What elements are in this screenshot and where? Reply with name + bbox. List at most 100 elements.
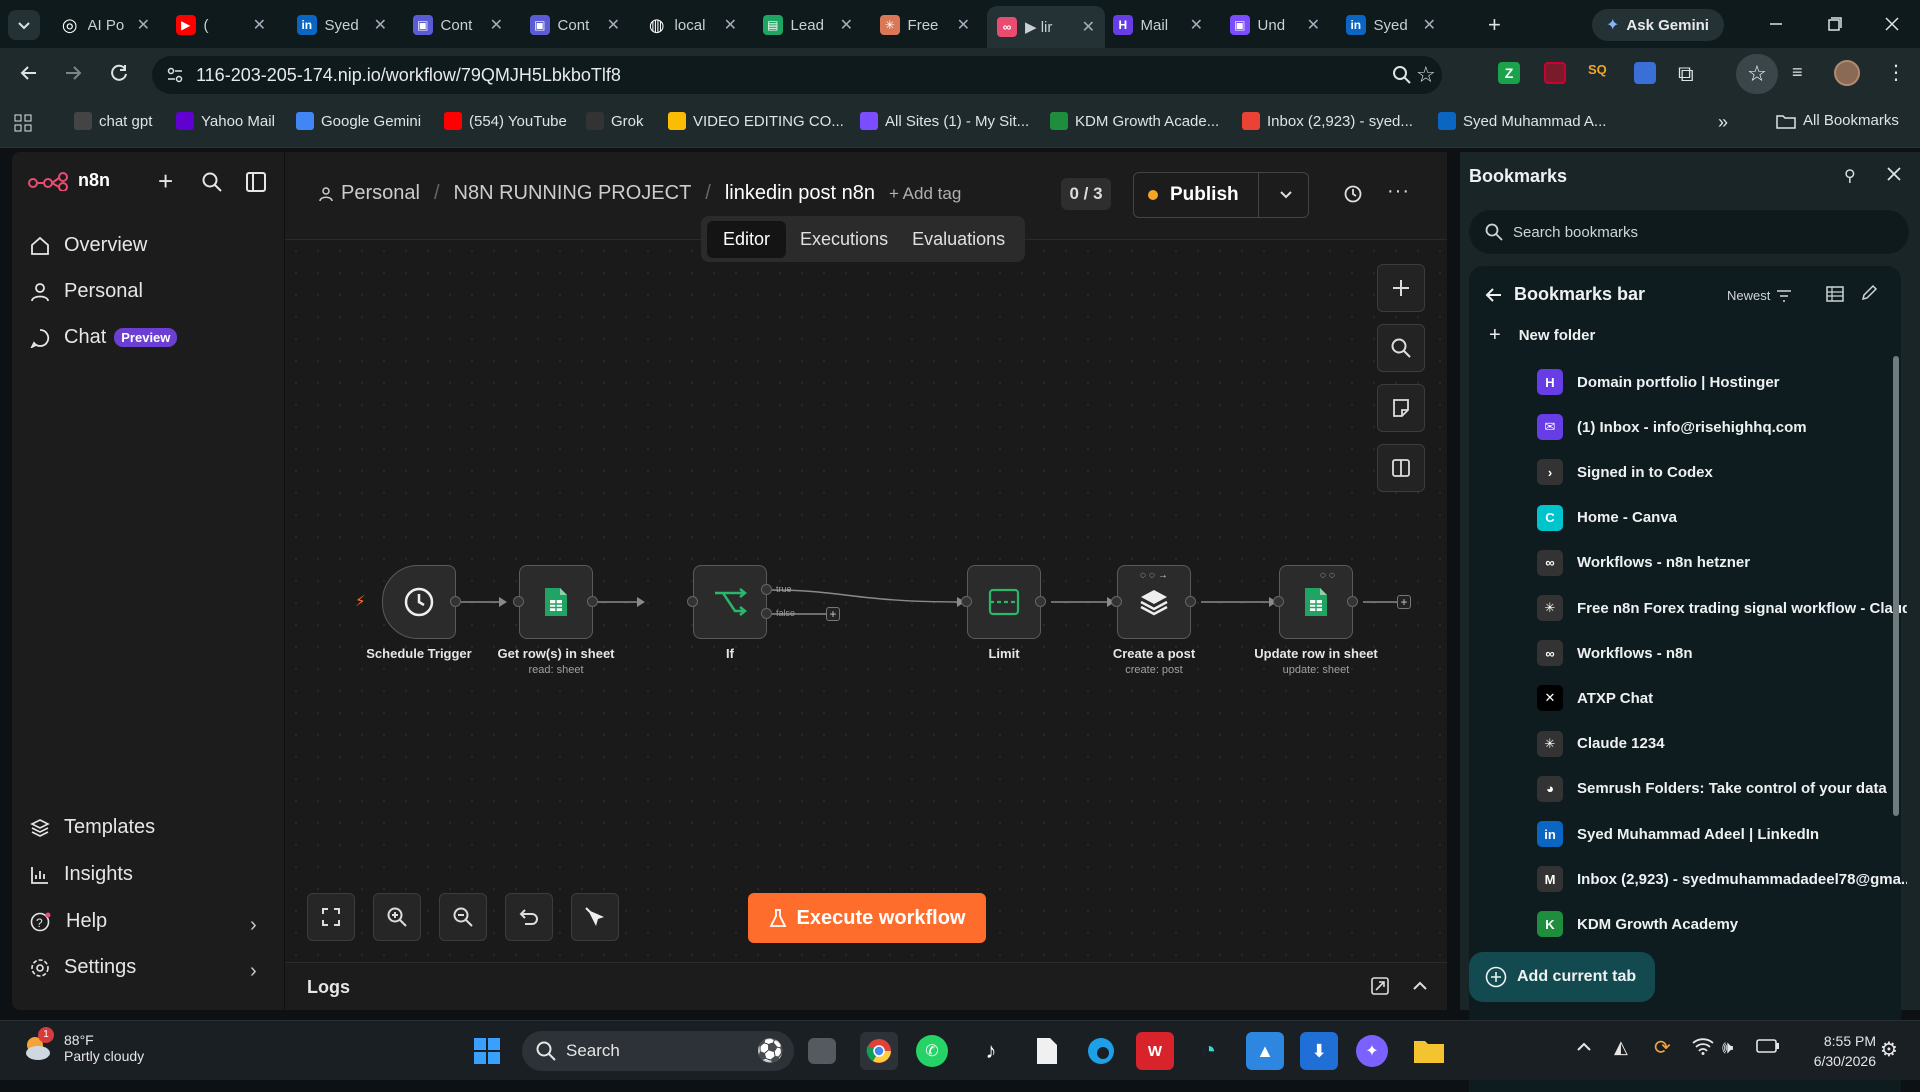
ask-gemini-button[interactable]: ✦ Ask Gemini xyxy=(1592,9,1724,41)
chrome-taskbar-icon[interactable] xyxy=(860,1032,898,1070)
close-tab-icon[interactable]: ✕ xyxy=(253,15,266,35)
restore-button[interactable] xyxy=(1822,12,1846,36)
vpn-icon[interactable]: ◔ xyxy=(1190,1032,1228,1070)
notifications-icon[interactable]: ⚙ xyxy=(1880,1037,1898,1062)
close-tab-icon[interactable]: ✕ xyxy=(724,15,737,35)
bookmarks-overflow-icon[interactable]: » xyxy=(1718,112,1728,133)
node-get-rows[interactable] xyxy=(519,565,593,639)
tidy-up-button[interactable] xyxy=(571,893,619,941)
node-schedule-trigger[interactable] xyxy=(382,565,456,639)
bookmark-item[interactable]: ✕ ATXP Chat xyxy=(1537,678,1907,718)
output-port[interactable] xyxy=(587,596,598,607)
logs-bar[interactable]: Logs xyxy=(285,962,1447,1010)
input-port[interactable] xyxy=(513,596,524,607)
close-tab-icon[interactable]: ✕ xyxy=(840,15,853,35)
close-window-button[interactable] xyxy=(1880,12,1904,36)
scrollbar[interactable] xyxy=(1893,356,1899,816)
browser-tab[interactable]: ◎ AI Po ✕ xyxy=(50,8,160,42)
bookmark-item[interactable]: in Syed Muhammad Adeel | LinkedIn xyxy=(1537,814,1907,854)
output-port[interactable] xyxy=(1035,596,1046,607)
close-tab-icon[interactable]: ✕ xyxy=(1423,15,1436,35)
bookmark-link[interactable]: Syed Muhammad A... xyxy=(1438,112,1606,130)
browser-tab[interactable]: ✳ Free ✕ xyxy=(870,8,980,42)
media-control-icon[interactable]: ≡ xyxy=(1792,62,1803,83)
taskbar-search[interactable]: Search ⚽ xyxy=(522,1031,794,1071)
input-port[interactable] xyxy=(1273,596,1284,607)
execute-workflow-button[interactable]: Execute workflow xyxy=(748,893,986,943)
all-bookmarks-link[interactable]: All Bookmarks xyxy=(1776,112,1899,129)
extensions-icon[interactable]: ⧉ xyxy=(1678,61,1694,87)
add-current-tab-button[interactable]: Add current tab xyxy=(1469,952,1655,1002)
tray-sync-icon[interactable]: ⟳ xyxy=(1654,1035,1671,1060)
bookmark-link[interactable]: Google Gemini xyxy=(296,112,421,130)
output-port-true[interactable] xyxy=(761,584,772,595)
bookmark-link[interactable]: (554) YouTube xyxy=(444,112,567,130)
sort-button[interactable]: Newest xyxy=(1727,288,1792,303)
tab-search-button[interactable] xyxy=(8,10,40,40)
file-icon[interactable] xyxy=(1028,1032,1066,1070)
add-icon[interactable]: + xyxy=(158,166,173,197)
search-icon[interactable] xyxy=(202,172,222,192)
messenger-icon[interactable]: ✦ xyxy=(1356,1035,1388,1067)
browser-tab[interactable]: ▣ Und ✕ xyxy=(1220,8,1330,42)
bookmark-link[interactable]: Grok xyxy=(586,112,644,130)
extension-seo-icon[interactable]: SQ xyxy=(1588,62,1612,84)
new-tab-button[interactable]: + xyxy=(1488,12,1501,38)
browser-tab[interactable]: ▣ Cont ✕ xyxy=(520,8,630,42)
pin-icon[interactable]: ⚲ xyxy=(1844,166,1856,186)
address-bar[interactable]: 116-203-205-174.nip.io/workflow/79QMJH5L… xyxy=(152,56,1442,94)
output-port[interactable] xyxy=(450,596,461,607)
undo-button[interactable] xyxy=(505,893,553,941)
close-tab-icon[interactable]: ✕ xyxy=(607,15,620,35)
bookmark-link[interactable]: Inbox (2,923) - syed... xyxy=(1242,112,1413,130)
input-port[interactable] xyxy=(961,596,972,607)
battery-icon[interactable] xyxy=(1756,1039,1780,1053)
tray-chevron-icon[interactable] xyxy=(1576,1039,1592,1055)
star-icon[interactable]: ☆ xyxy=(1416,62,1436,88)
bookmark-link[interactable]: Yahoo Mail xyxy=(176,112,275,130)
wifi-icon[interactable] xyxy=(1692,1037,1714,1055)
expand-logs-icon[interactable] xyxy=(1411,977,1429,995)
bookmark-search-field[interactable]: Search bookmarks xyxy=(1469,210,1909,254)
bookmark-link[interactable]: All Sites (1) - My Sit... xyxy=(860,112,1029,130)
collapse-sidebar-icon[interactable] xyxy=(246,172,266,192)
open-logs-icon[interactable] xyxy=(1371,977,1389,995)
browser-tab[interactable]: ▣ Cont ✕ xyxy=(403,8,513,42)
apps-icon[interactable] xyxy=(14,114,32,132)
close-tab-icon[interactable]: ✕ xyxy=(1190,15,1203,35)
bookmark-item[interactable]: ✳ Free n8n Forex trading signal workflow … xyxy=(1537,588,1907,628)
bookmark-item[interactable]: ∞ Workflows - n8n xyxy=(1537,633,1907,673)
close-tab-icon[interactable]: ✕ xyxy=(1307,15,1320,35)
browser-tab[interactable]: ▶ (✕ xyxy=(166,8,276,42)
close-tab-icon[interactable]: ✕ xyxy=(137,15,150,35)
nav-personal[interactable]: Personal xyxy=(30,280,143,303)
profile-avatar[interactable] xyxy=(1834,60,1860,86)
browser-tab[interactable]: in Syed ✕ xyxy=(1336,8,1446,42)
bookmark-item[interactable]: H Domain portfolio | Hostinger xyxy=(1537,362,1907,402)
new-folder-button[interactable]: + New folder xyxy=(1489,324,1595,347)
node-if[interactable] xyxy=(693,565,767,639)
back-button[interactable] xyxy=(18,62,40,84)
extension-z-icon[interactable]: Z xyxy=(1498,62,1520,84)
weather-widget[interactable]: 1 88°F Partly cloudy xyxy=(20,1027,144,1065)
office-icon[interactable]: W xyxy=(1136,1032,1174,1070)
bookmark-item[interactable]: ∞ Workflows - n8n hetzner xyxy=(1537,543,1907,583)
close-tab-icon[interactable]: ✕ xyxy=(374,15,387,35)
download-icon[interactable]: ⬇ xyxy=(1300,1032,1338,1070)
nav-overview[interactable]: Overview xyxy=(30,234,147,257)
nav-help[interactable]: ? Help xyxy=(30,910,107,933)
reload-button[interactable] xyxy=(108,62,130,84)
extension-red-icon[interactable] xyxy=(1544,62,1566,84)
view-toggle-icon[interactable] xyxy=(1826,286,1844,302)
browser-tab[interactable]: ▤ Lead ✕ xyxy=(753,8,863,42)
forward-button[interactable] xyxy=(62,62,84,84)
edge-icon[interactable] xyxy=(1082,1032,1120,1070)
workflow-canvas[interactable]: Personal / N8N RUNNING PROJECT / linkedi… xyxy=(285,152,1447,1010)
close-panel-icon[interactable] xyxy=(1886,166,1902,182)
edit-icon[interactable] xyxy=(1860,284,1878,302)
bookmark-item[interactable]: › Signed in to Codex xyxy=(1537,452,1907,492)
close-tab-icon[interactable]: ✕ xyxy=(490,15,503,35)
node-update-row[interactable]: ◌◌ xyxy=(1279,565,1353,639)
bookmark-item[interactable]: C Home - Canva xyxy=(1537,498,1907,538)
bookmark-item[interactable]: ◕ Semrush Folders: Take control of your d… xyxy=(1537,769,1907,809)
